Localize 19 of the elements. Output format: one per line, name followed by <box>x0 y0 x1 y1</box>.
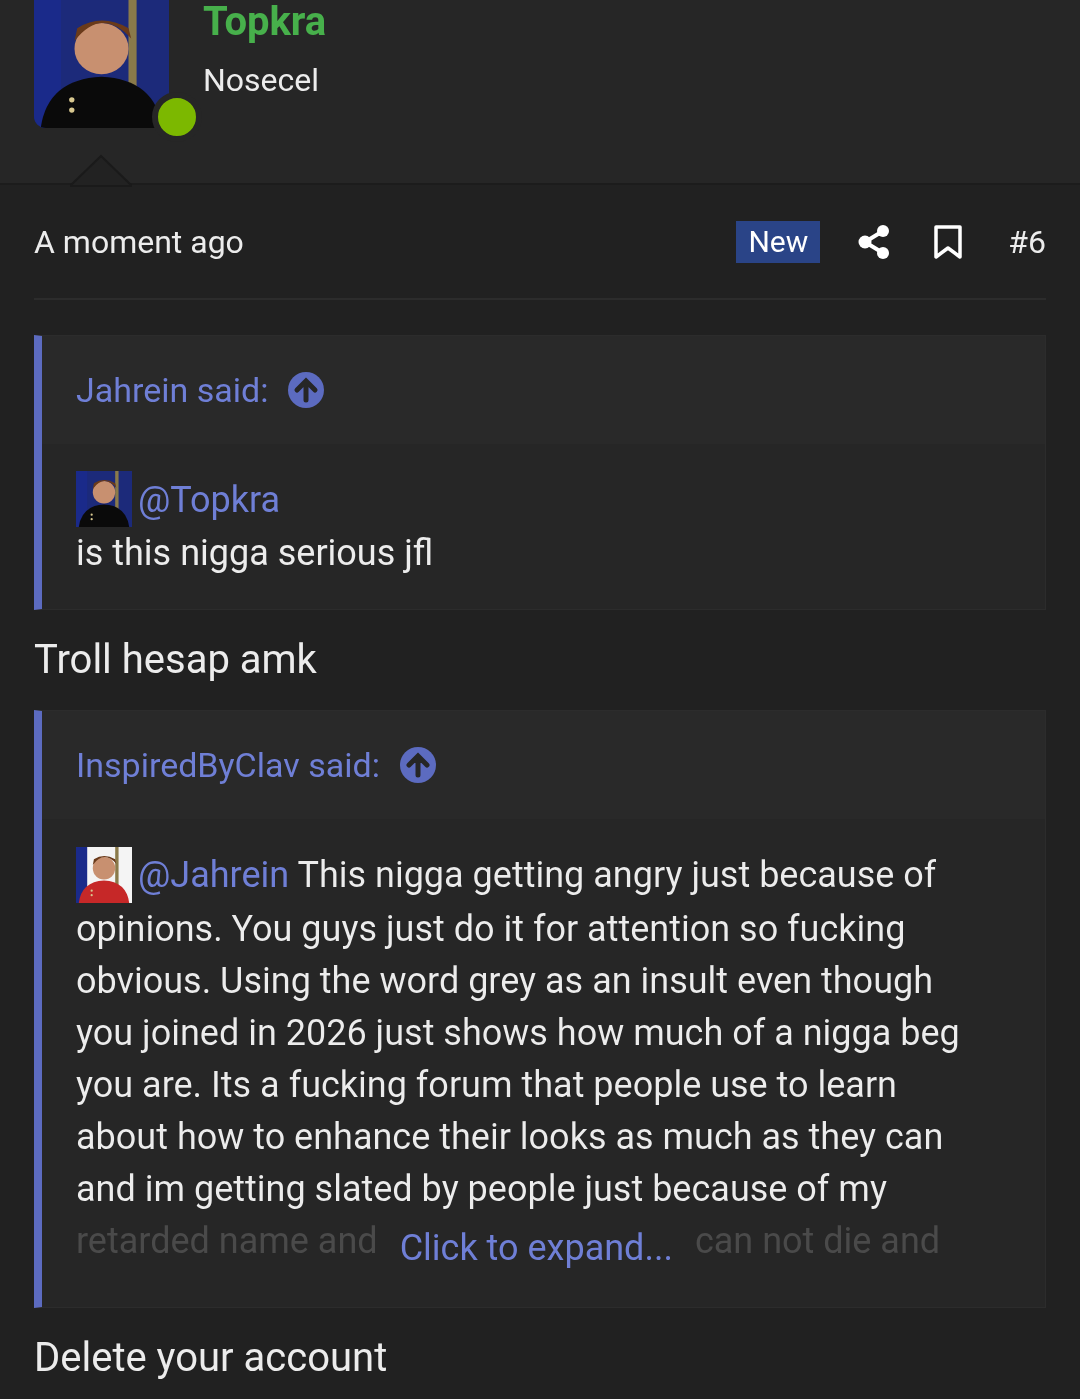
post-text: Troll hesap amk <box>34 635 318 686</box>
user-avatar[interactable] <box>76 846 132 903</box>
share-icon[interactable] <box>858 224 891 259</box>
username[interactable]: Topkra <box>203 0 327 44</box>
jump-to-quote-icon[interactable] <box>288 372 325 408</box>
post-number[interactable]: #6 <box>1008 217 1046 266</box>
quote-author-link[interactable]: InspiredByClav said: <box>76 740 380 791</box>
user-title: Nosecel <box>203 60 321 100</box>
expand-link[interactable]: Click to expand... <box>399 1221 673 1274</box>
quote-text: is this nigga serious jfl <box>76 531 435 577</box>
jump-to-quote-icon[interactable] <box>399 747 436 784</box>
new-badge: New <box>736 220 821 263</box>
user-avatar[interactable] <box>76 471 132 528</box>
quote-author-link[interactable]: Jahrein said: <box>76 364 269 416</box>
post-time[interactable]: A moment ago <box>34 217 244 266</box>
post-text: Delete your account <box>34 1332 389 1383</box>
bookmark-icon[interactable] <box>934 224 963 259</box>
mention-link[interactable]: @Topkra <box>138 479 281 521</box>
mention-link[interactable]: @Jahrein <box>138 854 290 897</box>
